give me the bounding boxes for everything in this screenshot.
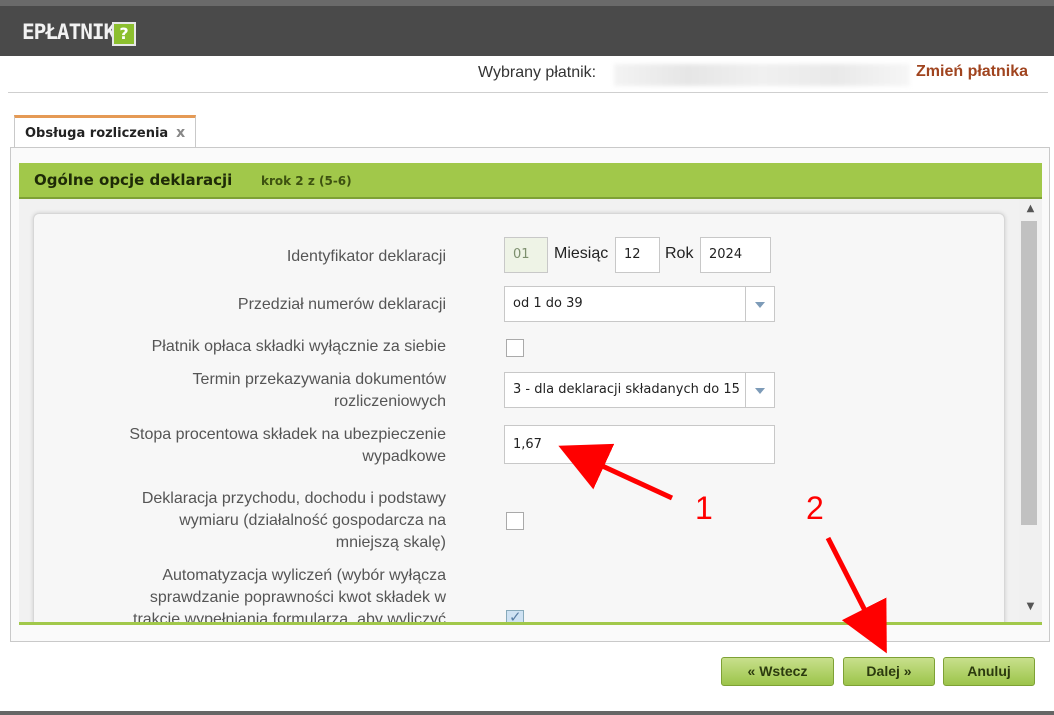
income-decl-checkbox[interactable] — [506, 512, 524, 530]
payer-name-redacted — [614, 64, 910, 86]
scrollbar[interactable]: ▲ ▼ — [1019, 199, 1042, 622]
automation-label-line1: Automatyzacja wyliczeń (wybór wyłącza — [162, 567, 446, 584]
identifier-field: 01 — [504, 237, 548, 273]
payer-label: Wybrany płatnik: — [478, 64, 597, 81]
accident-rate-field[interactable]: 1,67 — [504, 425, 775, 464]
bottom-divider — [0, 711, 1054, 715]
income-decl-label-line1: Deklaracja przychodu, dochodu i podstawy — [141, 490, 446, 507]
range-label: Przedział numerów deklaracji — [237, 296, 446, 313]
scroll-down-icon[interactable]: ▼ — [1019, 601, 1042, 615]
deadline-value: 3 - dla deklaracji składanych do 15 — [513, 382, 740, 397]
app-title: EPŁATNIK — [22, 20, 116, 44]
payer-bar: Wybrany płatnik: Zmień płatnika — [8, 58, 1048, 93]
month-label: Miesiąc — [554, 245, 609, 262]
chevron-down-icon[interactable] — [745, 373, 774, 407]
automation-label-line3: trakcie wypełniania formularza, aby wyli… — [133, 611, 446, 625]
deadline-label: Termin przekazywania dokumentów rozlicze… — [193, 369, 446, 413]
chevron-down-icon[interactable] — [745, 287, 774, 321]
next-button[interactable]: Dalej » — [843, 657, 935, 686]
income-decl-label-line3: mniejszą skalę) — [335, 534, 446, 551]
income-decl-label-line2: wymiaru (działalność gospodarcza na — [179, 512, 446, 529]
range-value: od 1 do 39 — [513, 296, 583, 311]
income-decl-label: Deklaracja przychodu, dochodu i podstawy… — [142, 488, 446, 554]
section-title: Ogólne opcje deklaracji — [34, 171, 233, 189]
annotation-number-1: 1 — [695, 490, 713, 526]
back-button[interactable]: « Wstecz — [721, 657, 834, 686]
accident-rate-label-line1: Stopa procentowa składek na ubezpieczeni… — [129, 426, 446, 443]
deadline-label-line1: Termin przekazywania dokumentów — [192, 371, 446, 388]
close-icon[interactable]: x — [176, 125, 185, 141]
section-header: Ogólne opcje deklaracji krok 2 z (5-6) — [19, 163, 1042, 199]
scroll-thumb[interactable] — [1021, 221, 1037, 525]
scroll-up-icon[interactable]: ▲ — [1019, 203, 1042, 217]
form-box: Identyfikator deklaracji 01 Miesiąc 12 R… — [33, 213, 1005, 625]
identifier-label: Identyfikator deklaracji — [286, 248, 446, 265]
self-only-label: Płatnik opłaca składki wyłącznie za sieb… — [151, 338, 446, 355]
automation-checkbox[interactable] — [506, 608, 524, 622]
app-header: EPŁATNIK ? — [0, 0, 1054, 56]
cancel-button[interactable]: Anuluj — [943, 657, 1035, 686]
help-icon[interactable]: ? — [112, 22, 136, 46]
range-select[interactable]: od 1 do 39 — [504, 286, 775, 322]
automation-label: Automatyzacja wyliczeń (wybór wyłącza sp… — [133, 565, 446, 625]
section-step: krok 2 z (5-6) — [261, 174, 352, 188]
change-payer-link[interactable]: Zmień płatnika — [916, 63, 1028, 81]
month-field[interactable]: 12 — [615, 237, 660, 273]
deadline-label-line2: rozliczeniowych — [333, 393, 446, 410]
tab-label: Obsługa rozliczenia — [25, 125, 169, 141]
automation-label-line2: sprawdzanie poprawności kwot składek w — [149, 589, 446, 606]
year-label: Rok — [665, 245, 694, 262]
form-area: Identyfikator deklaracji 01 Miesiąc 12 R… — [19, 199, 1042, 625]
annotation-number-2: 2 — [806, 490, 824, 526]
self-only-checkbox[interactable] — [506, 339, 524, 357]
year-field[interactable]: 2024 — [700, 237, 771, 273]
deadline-select[interactable]: 3 - dla deklaracji składanych do 15 — [504, 372, 775, 408]
accident-rate-label-line2: wypadkowe — [362, 448, 446, 465]
tab-obsluga-rozliczenia[interactable]: Obsługa rozliczenia x — [14, 115, 197, 148]
accident-rate-label: Stopa procentowa składek na ubezpieczeni… — [129, 424, 446, 468]
